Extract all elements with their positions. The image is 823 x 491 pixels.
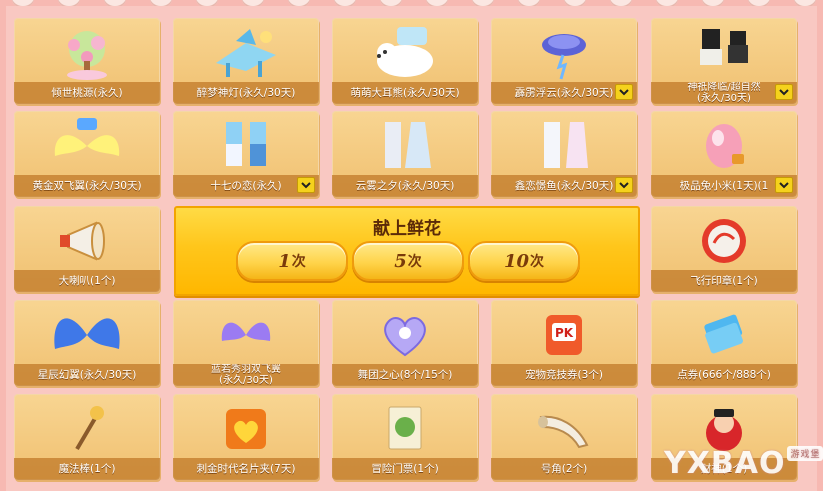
rabbit-egg-icon [651, 115, 797, 177]
golden-wings-icon [14, 115, 160, 177]
reward-tile[interactable]: 倾世桃源(永久) [14, 18, 160, 104]
pk-ticket-icon: PK [491, 304, 637, 366]
dance-heart-icon [332, 304, 478, 366]
site-watermark: YXBAO 游戏堡 [664, 440, 823, 486]
couple-outfit-icon [173, 115, 319, 177]
reward-tile[interactable]: 点券(666个/888个) [651, 300, 797, 386]
chevron-down-icon [301, 181, 311, 188]
polar-bear-icon [332, 22, 478, 84]
reward-label-line1: 蓝若秀羽双飞翼 [211, 364, 281, 375]
reward-label: 云雾之夕(永久/30天) [332, 175, 478, 197]
mermaid-outfit-icon [491, 115, 637, 177]
reward-label: 魔法棒(1个) [14, 458, 160, 480]
expand-chevron-button[interactable] [775, 177, 793, 193]
chevron-down-icon [779, 181, 789, 188]
outfit-black-icon [651, 22, 797, 84]
button-unit: 次 [530, 254, 545, 270]
expand-chevron-button[interactable] [615, 177, 633, 193]
coupon-icon [651, 304, 797, 366]
reward-label: 刺金时代名片夹(7天) [173, 458, 319, 480]
purple-wings-icon [173, 304, 319, 366]
reward-label: 萌萌大耳熊(永久/30天) [332, 82, 478, 104]
blue-wings-icon [14, 304, 160, 366]
reward-label: 倾世桃源(永久) [14, 82, 160, 104]
reward-tile[interactable]: 黄金双飞翼(永久/30天) [14, 111, 160, 197]
reward-tile[interactable]: 号角(2个) [491, 394, 637, 480]
reward-label: 蓝若秀羽双飞翼 (永久/30天) [173, 364, 319, 386]
button-unit: 次 [407, 254, 422, 270]
reward-label: 点券(666个/888个) [651, 364, 797, 386]
reward-label: 号角(2个) [491, 458, 637, 480]
card-holder-icon [173, 398, 319, 460]
reward-tile[interactable]: PK 宠物竞技券(3个) [491, 300, 637, 386]
adventure-ticket-icon [332, 398, 478, 460]
reward-label: 飞行印章(1个) [651, 270, 797, 292]
flight-seal-icon [651, 210, 797, 272]
reward-label: 星辰幻翼(永久/30天) [14, 364, 160, 386]
reward-tile[interactable]: 刺金时代名片夹(7天) [173, 394, 319, 480]
reward-label: 醉梦神灯(永久/30天) [173, 82, 319, 104]
expand-chevron-button[interactable] [775, 84, 793, 100]
chevron-down-icon [619, 181, 629, 188]
button-unit: 次 [291, 254, 306, 270]
reward-tile[interactable]: 霹雳浮云(永久/30天) [491, 18, 637, 104]
button-count: 5 [394, 250, 407, 272]
reward-tile[interactable]: 十七の恋(永久) [173, 111, 319, 197]
reward-tile[interactable]: 魔法棒(1个) [14, 394, 160, 480]
reward-label: 冒险门票(1个) [332, 458, 478, 480]
flower-10-times-button[interactable]: 10 次 [468, 241, 580, 281]
reward-tile[interactable]: 蓝若秀羽双飞翼 (永久/30天) [173, 300, 319, 386]
reward-tile[interactable]: 舞团之心(8个/15个) [332, 300, 478, 386]
reward-tile[interactable]: 神祇降临/超自然 (永久/30天) [651, 18, 797, 104]
horn-icon [491, 398, 637, 460]
offer-flowers-panel: 献上鲜花 1次 5次 10 次 [174, 206, 640, 296]
svg-text:PK: PK [555, 326, 574, 340]
reward-tile[interactable]: 醉梦神灯(永久/30天) [173, 18, 319, 104]
offer-flowers-title: 献上鲜花 [373, 219, 441, 239]
expand-chevron-button[interactable] [615, 84, 633, 100]
reward-tile[interactable]: 飞行印章(1个) [651, 206, 797, 292]
reward-tile[interactable]: 鑫恋憬鱼(永久/30天) [491, 111, 637, 197]
reward-tile[interactable]: 冒险门票(1个) [332, 394, 478, 480]
chevron-down-icon [779, 88, 789, 95]
chevron-down-icon [619, 88, 629, 95]
reward-tile[interactable]: 云雾之夕(永久/30天) [332, 111, 478, 197]
reward-label-line2: (永久/30天) [219, 375, 273, 386]
reward-label: 宠物竞技券(3个) [491, 364, 637, 386]
flower-5-times-button[interactable]: 5次 [352, 241, 464, 281]
expand-chevron-button[interactable] [297, 177, 315, 193]
peach-tree-icon [14, 22, 160, 84]
dream-lamp-icon [173, 22, 319, 84]
flower-1-times-button[interactable]: 1次 [236, 241, 348, 281]
megaphone-icon [14, 210, 160, 272]
reward-tile[interactable]: 极品兔小米(1天)(1 [651, 111, 797, 197]
reward-label: 大喇叭(1个) [14, 270, 160, 292]
watermark-text: YXBAO [664, 445, 786, 481]
reward-tile[interactable]: 萌萌大耳熊(永久/30天) [332, 18, 478, 104]
thunder-cloud-icon [491, 22, 637, 84]
button-count: 1 [278, 250, 291, 272]
magic-wand-icon [14, 398, 160, 460]
reward-tile[interactable]: 大喇叭(1个) [14, 206, 160, 292]
reward-tile[interactable]: 星辰幻翼(永久/30天) [14, 300, 160, 386]
reward-label: 舞团之心(8个/15个) [332, 364, 478, 386]
watermark-sub: 游戏堡 [787, 445, 823, 461]
reward-label: 黄金双飞翼(永久/30天) [14, 175, 160, 197]
button-count: 10 [503, 250, 530, 272]
wedding-outfit-icon [332, 115, 478, 177]
